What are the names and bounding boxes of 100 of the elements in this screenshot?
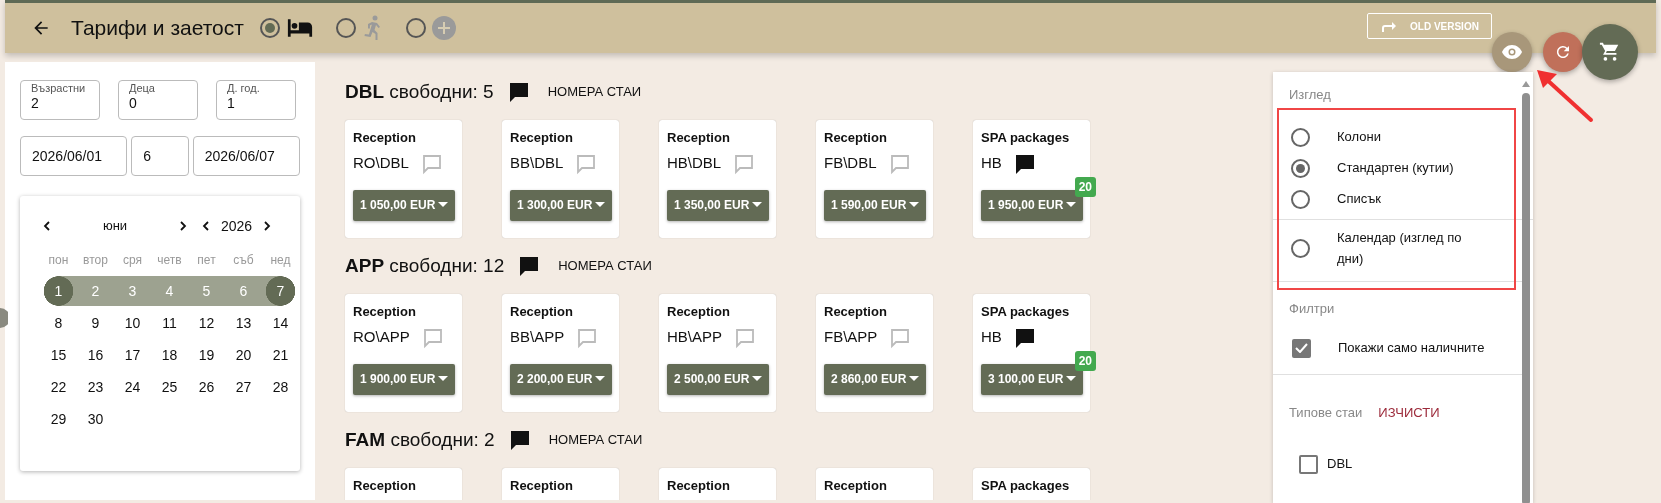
calendar-day[interactable]: 11 (151, 308, 188, 338)
price-button[interactable]: 2 200,00 EUR (510, 363, 612, 395)
comment-icon[interactable] (518, 255, 541, 277)
rate-plan: BB\APP (510, 327, 565, 348)
calendar-day[interactable]: 30 (77, 404, 114, 434)
previous-icon[interactable] (42, 221, 52, 231)
rate-plan: RO\APP (353, 327, 410, 348)
count-badge: 20 (1074, 351, 1096, 371)
calendar-day[interactable]: 15 (40, 340, 77, 370)
calendar-day[interactable]: 27 (225, 372, 262, 402)
view-option[interactable]: Стандартен (кутии) (1273, 153, 1533, 184)
option-label: Списък (1337, 190, 1382, 209)
caret-icon (909, 202, 919, 208)
next-icon[interactable] (262, 221, 273, 231)
room-numbers-link[interactable]: НОМЕРА СТАИ (547, 82, 642, 102)
calendar-day[interactable]: 16 (77, 340, 114, 370)
price-button[interactable]: 2 860,00 EUR (824, 363, 926, 395)
room-numbers-link[interactable]: НОМЕРА СТАИ (548, 430, 643, 450)
offer-source: SPA packages (981, 303, 1071, 321)
checkbox[interactable] (1299, 454, 1318, 474)
calendar-day[interactable]: 20 (225, 340, 262, 370)
price-button[interactable]: 1 300,00 EUR (510, 189, 612, 221)
price-button[interactable]: 1 050,00 EUR (353, 189, 455, 221)
view-radio[interactable] (1291, 128, 1310, 147)
rate-plan: HB\APP (667, 327, 723, 348)
view-option[interactable]: Списък (1273, 184, 1533, 215)
date-field[interactable]: 2026/06/01 (20, 136, 128, 176)
option-label: Календар (изглед по дни) (1337, 228, 1463, 268)
caret-icon (909, 376, 919, 382)
number-field[interactable]: Д. год. 1 (216, 80, 296, 120)
comment-icon[interactable] (1013, 152, 1036, 175)
cart-button[interactable] (1582, 24, 1638, 80)
mode-radio[interactable] (259, 18, 280, 38)
calendar-day[interactable]: 26 (188, 372, 225, 402)
calendar-day[interactable]: 25 (151, 372, 188, 402)
comment-icon[interactable] (1013, 326, 1036, 349)
caret-icon (1066, 376, 1076, 382)
annotation-arrow (1535, 68, 1595, 124)
offer-source: Reception (510, 477, 574, 495)
refresh-button[interactable] (1543, 32, 1583, 72)
caret-icon (595, 202, 605, 208)
view-button[interactable] (1492, 32, 1532, 72)
price-button[interactable]: 1 590,00 EUR (824, 189, 926, 221)
comment-icon[interactable] (508, 429, 531, 451)
view-radio[interactable] (1291, 190, 1310, 209)
calendar-day[interactable]: 10 (114, 308, 151, 338)
calendar-day[interactable]: 28 (262, 372, 299, 402)
handle-icon[interactable] (0, 308, 8, 328)
calendar-day[interactable]: 23 (77, 372, 114, 402)
view-radio[interactable] (1291, 239, 1310, 258)
year-label: 2026 (221, 216, 253, 236)
rate-plan: FB\DBL (824, 153, 877, 174)
cart-icon (1599, 41, 1621, 63)
price-button[interactable]: 2 500,00 EUR (667, 363, 769, 395)
price-button[interactable]: 1 900,00 EUR (353, 363, 455, 395)
calendar-day[interactable]: 18 (151, 340, 188, 370)
number-field[interactable]: Възрастни 2 (20, 80, 100, 120)
calendar-day[interactable]: 17 (114, 340, 151, 370)
offer-source: Reception (824, 129, 888, 147)
view-option[interactable]: Колони (1273, 122, 1533, 153)
calendar-day[interactable]: 8 (40, 308, 77, 338)
offer-source: Reception (353, 477, 417, 495)
nights-field[interactable]: 6 (131, 136, 189, 176)
calendar-day[interactable]: 19 (188, 340, 225, 370)
previous-icon[interactable] (201, 221, 211, 231)
calendar-day[interactable]: 24 (114, 372, 151, 402)
calendar-day[interactable]: 9 (77, 308, 114, 338)
offer-source: Reception (510, 129, 574, 147)
page-title: Тарифи и заетост (71, 15, 244, 42)
room-numbers-link[interactable]: НОМЕРА СТАИ (558, 256, 652, 276)
calendar-day[interactable]: 13 (225, 308, 262, 338)
redirect-icon (1380, 20, 1396, 32)
caret-icon (438, 202, 448, 208)
price-button[interactable]: 1 350,00 EUR (667, 189, 769, 221)
calendar-day[interactable]: 29 (40, 404, 77, 434)
offer-source: Reception (353, 303, 417, 321)
filter-label: Покажи само наличните (1338, 339, 1485, 358)
weekday-label: втор (82, 252, 109, 269)
refresh-icon (1554, 43, 1572, 61)
offer-source: Reception (824, 477, 888, 495)
offer-source: Reception (824, 303, 888, 321)
calendar-day[interactable]: 22 (40, 372, 77, 402)
offer-source: Reception (667, 129, 731, 147)
calendar-day[interactable]: 14 (262, 308, 299, 338)
rate-plan: FB\APP (824, 327, 878, 348)
offer-source: Reception (353, 129, 417, 147)
checkbox[interactable] (1292, 338, 1311, 358)
next-icon[interactable] (178, 221, 188, 231)
count-badge: 20 (1074, 177, 1096, 197)
clear-link[interactable]: ИЗЧИСТИ (1378, 403, 1440, 423)
number-field[interactable]: Деца 0 (118, 80, 198, 120)
calendar-day[interactable]: 12 (188, 308, 225, 338)
view-radio[interactable] (1291, 159, 1310, 178)
rate-plan: RO\DBL (353, 153, 409, 174)
calendar-day[interactable]: 21 (262, 340, 299, 370)
offer-source: Reception (667, 477, 731, 495)
comment-icon[interactable] (507, 81, 530, 103)
date-field[interactable]: 2026/06/07 (192, 136, 300, 176)
rate-plan: HB (981, 153, 1002, 174)
rate-plan: HB\DBL (667, 153, 722, 174)
